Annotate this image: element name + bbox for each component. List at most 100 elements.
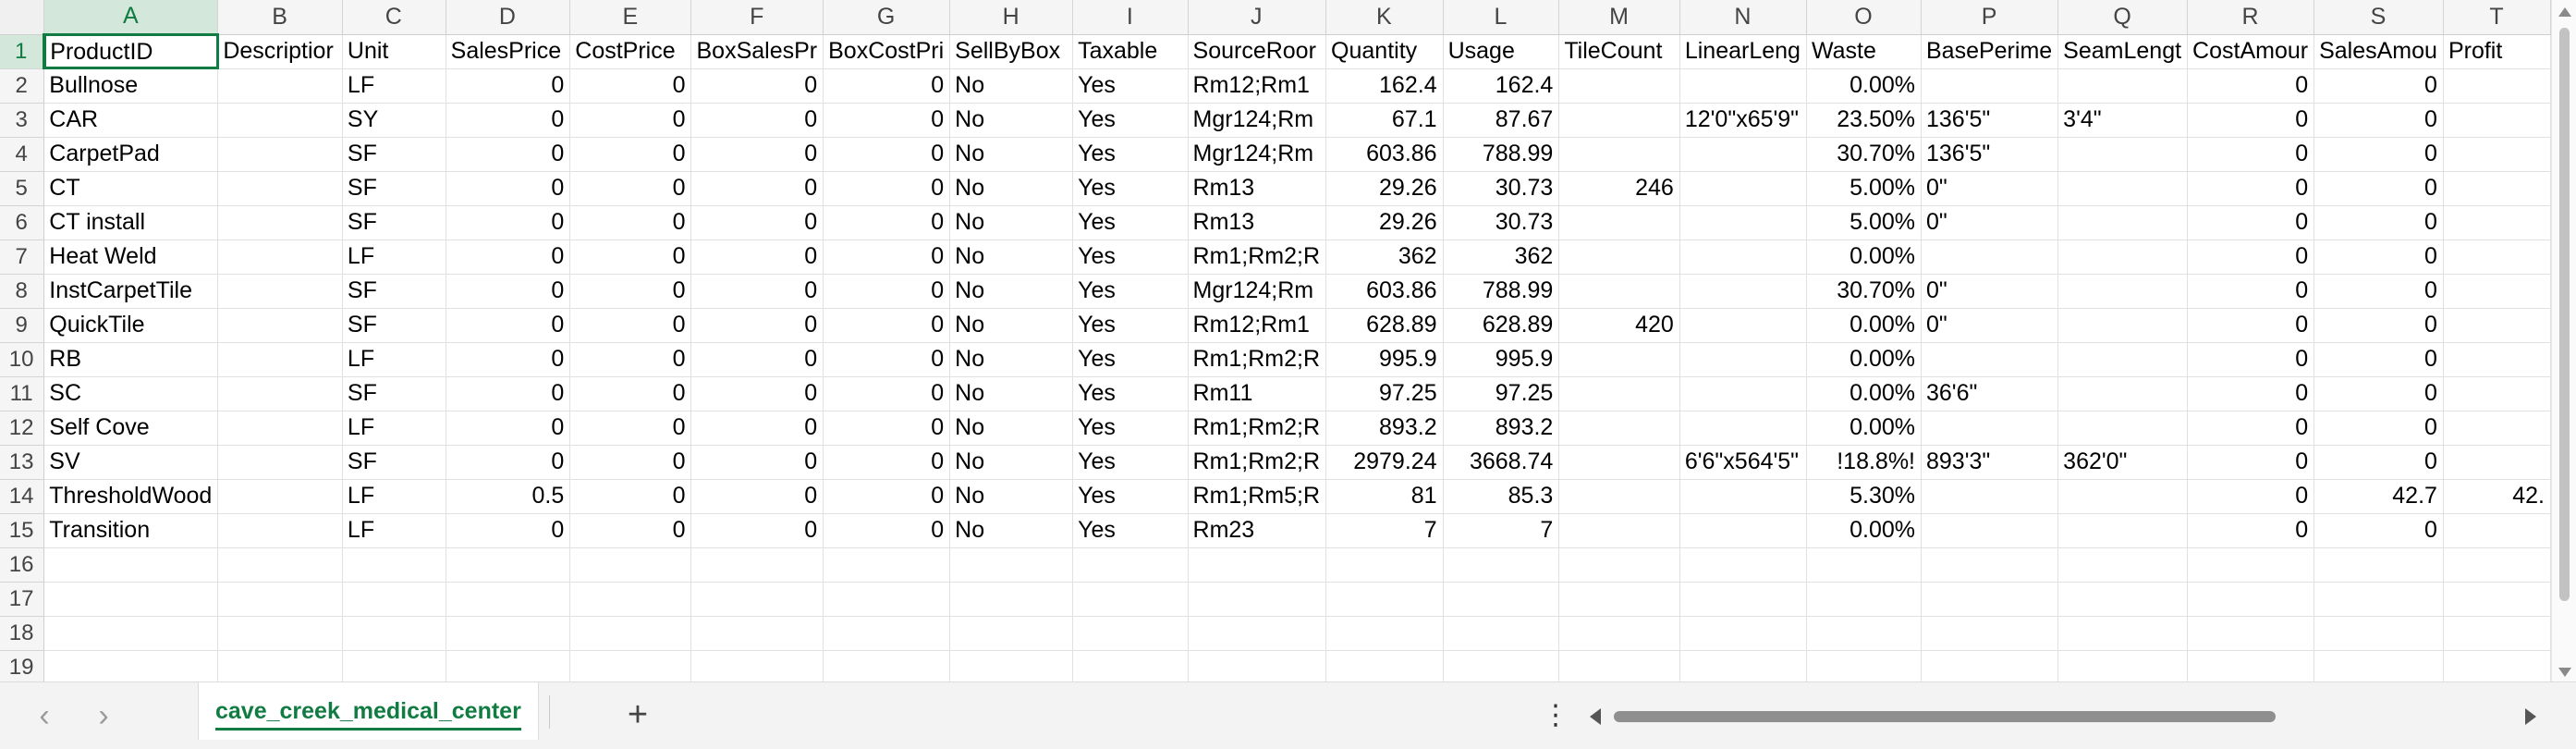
cell[interactable]: SF [342, 376, 446, 411]
cell[interactable]: 0 [2314, 342, 2444, 377]
cell[interactable]: Yes [1072, 205, 1189, 240]
cell[interactable] [1558, 479, 1680, 514]
cell[interactable]: 0" [1921, 274, 2059, 309]
column-header-j[interactable]: J [1188, 0, 1327, 35]
cell[interactable] [1921, 582, 2059, 617]
cell[interactable]: Yes [1072, 411, 1189, 446]
cell[interactable] [2314, 650, 2444, 681]
cell[interactable] [217, 616, 343, 651]
cell[interactable] [1188, 650, 1327, 681]
column-header-p[interactable]: P [1921, 0, 2059, 35]
cell[interactable] [1558, 274, 1680, 309]
cell[interactable] [217, 479, 343, 514]
cell[interactable]: 246 [1558, 171, 1680, 206]
cell[interactable] [1558, 650, 1680, 681]
column-header-k[interactable]: K [1325, 0, 1444, 35]
column-title-cell[interactable]: SellByBox [949, 34, 1074, 69]
cell[interactable] [690, 582, 824, 617]
cell[interactable] [43, 650, 219, 681]
cell[interactable]: 0 [823, 445, 951, 480]
cell[interactable]: Yes [1072, 171, 1189, 206]
row-header[interactable]: 2 [0, 68, 45, 104]
cell[interactable]: 0 [690, 239, 824, 275]
cell[interactable]: 0 [2314, 308, 2444, 343]
cell[interactable]: SF [342, 274, 446, 309]
column-title-cell[interactable]: BasePerime [1921, 34, 2059, 69]
select-all-corner[interactable] [0, 0, 45, 35]
cell[interactable]: 0 [823, 376, 951, 411]
cell[interactable] [1679, 376, 1807, 411]
cell[interactable] [43, 547, 219, 583]
cell[interactable] [446, 650, 571, 681]
cell[interactable]: 162.4 [1325, 68, 1444, 104]
column-header-l[interactable]: L [1443, 0, 1560, 35]
column-title-cell[interactable]: Unit [342, 34, 446, 69]
row-header[interactable]: 11 [0, 376, 45, 411]
column-header-a[interactable]: A [43, 0, 219, 36]
cell[interactable] [1558, 513, 1680, 548]
cell[interactable] [949, 616, 1074, 651]
cell[interactable] [1679, 205, 1807, 240]
cell[interactable]: 893.2 [1443, 411, 1560, 446]
column-header-b[interactable]: B [217, 0, 343, 35]
cell[interactable]: 0 [823, 239, 951, 275]
column-title-cell[interactable]: Usage [1443, 34, 1560, 69]
column-title-cell[interactable]: BoxCostPri [823, 34, 951, 69]
horizontal-scrollbar[interactable] [1586, 703, 2547, 731]
cell[interactable] [2057, 616, 2189, 651]
cell[interactable] [2057, 171, 2189, 206]
row-header[interactable]: 19 [0, 650, 45, 681]
cell[interactable] [446, 582, 571, 617]
column-title-cell[interactable]: TileCount [1558, 34, 1680, 69]
column-title-cell[interactable]: LinearLeng [1679, 34, 1807, 69]
cell[interactable]: 0 [823, 137, 951, 172]
cell[interactable]: Rm1;Rm5;R [1188, 479, 1327, 514]
cell[interactable]: 0 [823, 205, 951, 240]
cell[interactable]: 67.1 [1325, 103, 1444, 138]
cell[interactable] [1921, 239, 2059, 275]
cell[interactable] [1921, 342, 2059, 377]
cell[interactable] [1921, 479, 2059, 514]
cell[interactable] [823, 547, 951, 583]
cell[interactable]: Rm1;Rm2;R [1188, 342, 1327, 377]
cell[interactable]: 0 [569, 68, 692, 104]
cell[interactable]: 0 [2314, 171, 2444, 206]
cell[interactable] [2443, 68, 2551, 104]
cell[interactable]: 5.00% [1806, 171, 1923, 206]
cell[interactable]: Self Cove [43, 411, 219, 446]
column-header-d[interactable]: D [446, 0, 571, 35]
cell[interactable] [2187, 582, 2315, 617]
cell[interactable]: LF [342, 239, 446, 275]
cell[interactable] [2314, 582, 2444, 617]
cell[interactable]: 0 [2314, 239, 2444, 275]
row-header[interactable]: 17 [0, 582, 45, 617]
cell[interactable]: 0 [2314, 411, 2444, 446]
cell[interactable]: 603.86 [1325, 137, 1444, 172]
cell[interactable]: 628.89 [1443, 308, 1560, 343]
cell[interactable] [446, 547, 571, 583]
column-header-i[interactable]: I [1072, 0, 1189, 35]
cell[interactable]: 0 [2187, 342, 2315, 377]
row-header[interactable]: 5 [0, 171, 45, 206]
column-title-cell[interactable]: Quantity [1325, 34, 1444, 69]
cell[interactable]: Rm1;Rm2;R [1188, 445, 1327, 480]
cell[interactable]: 0 [690, 103, 824, 138]
cell[interactable]: 0 [569, 513, 692, 548]
cell[interactable] [217, 411, 343, 446]
cell[interactable]: SV [43, 445, 219, 480]
cell[interactable] [1072, 547, 1189, 583]
cell[interactable]: 0 [569, 103, 692, 138]
cell[interactable]: Mgr124;Rm [1188, 274, 1327, 309]
cell[interactable]: 603.86 [1325, 274, 1444, 309]
cell[interactable] [1679, 308, 1807, 343]
cell[interactable]: 3'4" [2057, 103, 2189, 138]
cell[interactable] [217, 171, 343, 206]
cell[interactable] [217, 308, 343, 343]
cell[interactable]: 136'5" [1921, 137, 2059, 172]
cell[interactable]: 0 [2187, 411, 2315, 446]
cell[interactable]: No [949, 171, 1074, 206]
cell[interactable]: 0 [2187, 137, 2315, 172]
cell[interactable]: 0" [1921, 205, 2059, 240]
cell[interactable] [690, 650, 824, 681]
cell[interactable] [2057, 513, 2189, 548]
